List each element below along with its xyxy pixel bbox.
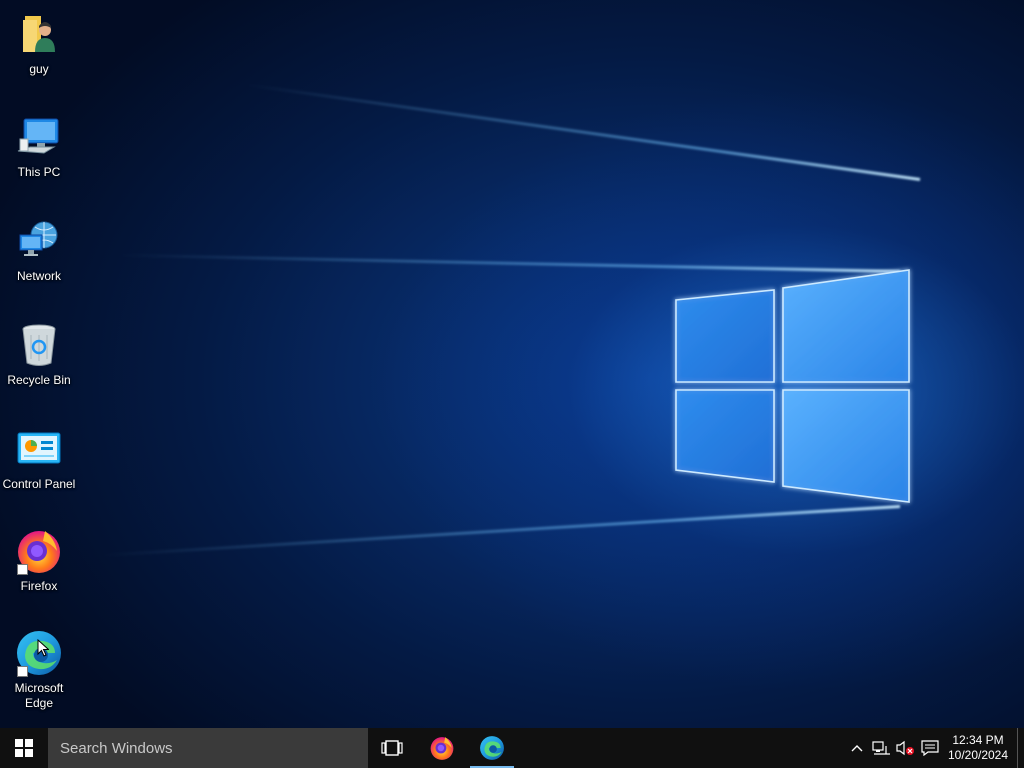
user-folder-icon (15, 10, 63, 58)
icon-label: Firefox (20, 579, 58, 593)
start-button[interactable] (0, 728, 48, 768)
volume-muted-icon (896, 740, 914, 756)
firefox-icon (15, 527, 63, 575)
desktop-icon-network[interactable]: Network (0, 217, 78, 284)
shortcut-arrow-icon (17, 564, 28, 575)
desktop-icon-microsoft-edge[interactable]: Microsoft Edge (0, 629, 78, 711)
mouse-cursor-icon (37, 639, 49, 657)
task-view-icon (381, 740, 403, 756)
taskbar-search-box[interactable]: Search Windows (48, 728, 368, 768)
show-desktop-button[interactable] (1017, 728, 1024, 768)
clock-date: 10/20/2024 (947, 748, 1009, 762)
volume-button[interactable] (893, 728, 917, 768)
notification-icon (921, 740, 939, 756)
task-view-button[interactable] (368, 728, 416, 768)
system-tray: 12:34 PM 10/20/2024 (845, 728, 1024, 768)
action-center-button[interactable] (917, 728, 943, 768)
icon-label: Network (16, 269, 61, 283)
taskbar-edge-button[interactable] (468, 728, 516, 768)
network-status-button[interactable] (869, 728, 893, 768)
desktop-icon-control-panel[interactable]: Control Panel (0, 425, 78, 492)
icon-label: guy (29, 62, 49, 76)
recycle-bin-icon (15, 321, 63, 369)
edge-icon (15, 629, 63, 677)
windows-logo-icon (15, 739, 33, 757)
desktop-icon-firefox[interactable]: Firefox (0, 527, 78, 594)
chevron-up-icon (851, 745, 863, 752)
icon-label: Recycle Bin (7, 373, 71, 387)
shortcut-arrow-icon (17, 666, 28, 677)
desktop[interactable]: guy This PC Network Recycle Bin Control … (0, 0, 1024, 728)
icon-label: Control Panel (2, 477, 76, 491)
edge-icon (480, 736, 504, 760)
clock-time: 12:34 PM (952, 733, 1004, 747)
desktop-icon-this-pc[interactable]: This PC (0, 113, 78, 180)
network-icon (15, 217, 63, 265)
icon-label: This PC (17, 165, 61, 179)
show-hidden-icons-button[interactable] (845, 728, 869, 768)
windows-wallpaper-logo (675, 269, 910, 503)
icon-label: Microsoft Edge (14, 681, 64, 710)
search-placeholder: Search Windows (60, 739, 173, 757)
taskbar-clock[interactable]: 12:34 PM 10/20/2024 (943, 728, 1013, 768)
firefox-icon (430, 737, 454, 760)
computer-icon (15, 113, 63, 161)
desktop-icon-recycle-bin[interactable]: Recycle Bin (0, 321, 78, 388)
desktop-icon-guy[interactable]: guy (0, 10, 78, 77)
taskbar-firefox-button[interactable] (418, 728, 466, 768)
control-panel-icon (15, 425, 63, 473)
network-status-icon (872, 741, 890, 755)
taskbar: Search Windows 12:34 PM 10/20/2024 (0, 728, 1024, 768)
